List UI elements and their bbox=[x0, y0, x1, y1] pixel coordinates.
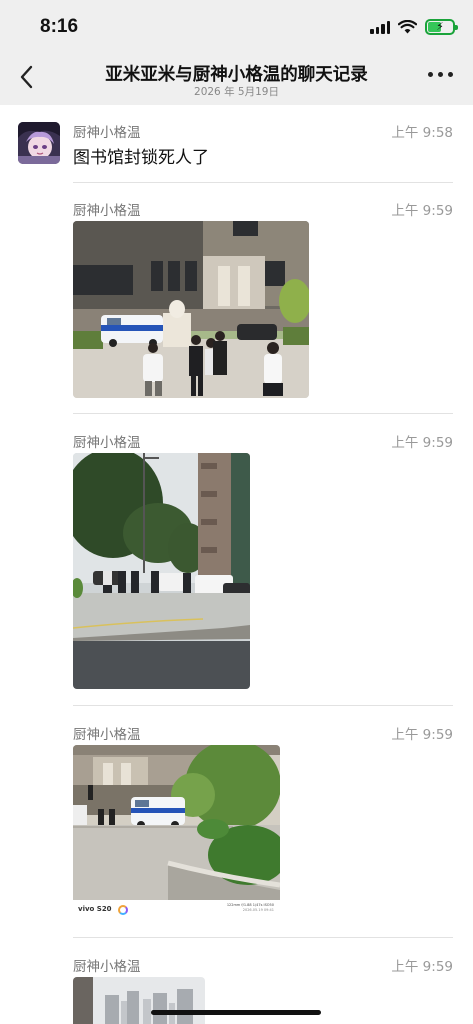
watermark-date: 2026.05.19 09:41 bbox=[242, 908, 274, 912]
message-item: 厨神小格温 上午 9:59 bbox=[0, 183, 473, 414]
photo-street-police-cars[interactable] bbox=[73, 453, 250, 689]
chat-title: 亚米亚米与厨神小格温的聊天记录 bbox=[105, 65, 368, 85]
wifi-icon bbox=[398, 20, 417, 34]
message-time: 上午 9:58 bbox=[391, 125, 453, 141]
photo-plaza-police-van[interactable]: vivo S20 122mm f/1.88 1/47s ISO50 2026.0… bbox=[73, 745, 280, 921]
avatar[interactable] bbox=[18, 122, 60, 164]
sender-name: 厨神小格温 bbox=[73, 727, 141, 743]
photo-library-police-van[interactable] bbox=[73, 221, 309, 398]
watermark-info: 122mm f/1.88 1/47s ISO50 2026.05.19 09:4… bbox=[227, 903, 274, 913]
cellular-signal-icon bbox=[370, 20, 390, 34]
message-item: 厨神小格温 上午 9:59 vivo S20 122mm f/1.88 1/47… bbox=[0, 707, 473, 938]
sender-name: 厨神小格温 bbox=[73, 435, 141, 451]
home-indicator[interactable] bbox=[151, 1010, 321, 1015]
chat-header: 亚米亚米与厨神小格温的聊天记录 2026 年 5月19日 bbox=[0, 52, 473, 105]
sender-name: 厨神小格温 bbox=[73, 203, 141, 219]
more-options-icon[interactable] bbox=[428, 72, 453, 77]
message-time: 上午 9:59 bbox=[391, 203, 453, 219]
zeiss-logo-icon bbox=[118, 905, 128, 915]
message-time: 上午 9:59 bbox=[391, 727, 453, 743]
status-icons: ⚡ bbox=[370, 19, 458, 35]
chat-date: 2026 年 5月19日 bbox=[194, 86, 279, 98]
status-bar: 8:16 ⚡ bbox=[0, 0, 473, 52]
divider bbox=[73, 413, 453, 414]
photo-city-skyline[interactable] bbox=[73, 977, 205, 1024]
message-text[interactable]: 图书馆封锁死人了 bbox=[73, 143, 209, 168]
battery-charging-icon: ⚡ bbox=[425, 19, 458, 35]
message-item: 厨神小格温 上午 9:59 bbox=[0, 415, 473, 706]
message-time: 上午 9:59 bbox=[391, 959, 453, 975]
sender-name: 厨神小格温 bbox=[73, 959, 141, 975]
message-item: 厨神小格温 上午 9:58 图书馆封锁死人了 bbox=[0, 105, 473, 183]
back-arrow-icon[interactable] bbox=[14, 62, 44, 92]
divider bbox=[73, 937, 453, 938]
camera-watermark-bar: vivo S20 122mm f/1.88 1/47s ISO50 2026.0… bbox=[73, 900, 280, 921]
message-time: 上午 9:59 bbox=[391, 435, 453, 451]
sender-name: 厨神小格温 bbox=[73, 125, 141, 141]
status-time: 8:16 bbox=[40, 16, 79, 37]
divider bbox=[73, 705, 453, 706]
watermark-brand: vivo S20 bbox=[78, 905, 112, 913]
